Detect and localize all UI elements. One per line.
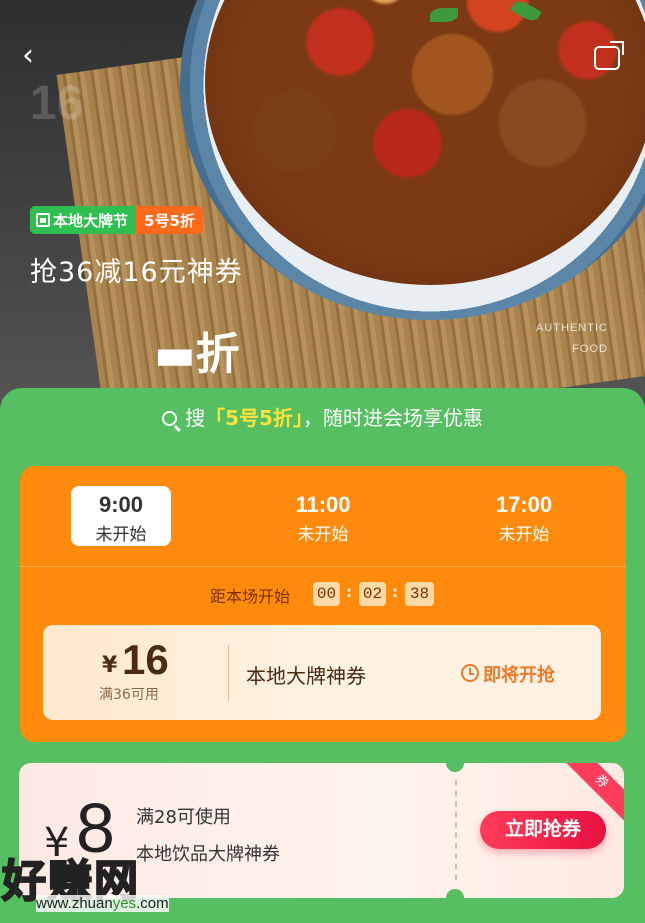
coupon-ribbon-label: 券 xyxy=(561,763,624,822)
hero-title: 抢36减16元神券 xyxy=(30,257,243,288)
coupon-divider xyxy=(228,645,229,701)
watermark-url-part: www.zhuan xyxy=(36,895,113,912)
coupon-status: 即将开抢 xyxy=(483,665,555,686)
session-time: 17:00 xyxy=(495,492,553,517)
discount-badge: 5号5折 xyxy=(136,206,203,234)
coupon-condition: 满28可使用 xyxy=(136,807,231,828)
festival-badge: 本地大牌节 5号5折 xyxy=(30,206,203,234)
countdown-label: 距本场开始 xyxy=(210,587,291,606)
hero-discount-text: ▬折 xyxy=(154,329,240,380)
coupon-name: 本地大牌神券 xyxy=(246,664,366,688)
countdown-hours: 00 xyxy=(313,582,340,606)
coupon-condition: 满36可用 xyxy=(99,687,159,703)
shop-icon xyxy=(36,213,50,227)
search-tip-keyword: 「5号5折」 xyxy=(205,406,303,430)
countdown-separator: : xyxy=(346,583,352,601)
hero-date-number: 16 xyxy=(30,77,84,130)
countdown-separator: : xyxy=(392,583,398,601)
caption-line: AUTHENTIC xyxy=(536,322,608,334)
countdown-seconds: 38 xyxy=(405,582,434,606)
coupon-amount: 16 xyxy=(122,636,169,683)
watermark-url-part: yes xyxy=(112,895,137,912)
coupon-dashed-divider xyxy=(455,780,457,880)
session-tab-1100[interactable]: 11:00 未开始 xyxy=(273,486,373,546)
countdown-minutes: 02 xyxy=(359,582,386,606)
coupon-ribbon: 券 xyxy=(560,763,624,827)
coupon-currency: ¥ xyxy=(102,653,118,678)
session-status: 未开始 xyxy=(498,525,550,545)
coupon-notch xyxy=(446,754,464,772)
authentic-food-caption: AUTHENTIC FOOD xyxy=(536,318,608,360)
herb-garnish xyxy=(430,8,458,22)
festival-badge-label: 本地大牌节 xyxy=(53,211,129,230)
watermark-url-part: .com xyxy=(136,895,169,912)
watermark-url: www.zhuanyes.com xyxy=(36,895,169,912)
session-tab-1700[interactable]: 17:00 未开始 xyxy=(474,486,574,546)
coupon-name: 本地饮品大牌神券 xyxy=(136,844,280,865)
search-tip-suffix: ，随时进会场享优惠 xyxy=(302,406,483,430)
back-button[interactable]: ‹ xyxy=(22,41,50,71)
card-divider xyxy=(20,566,626,567)
session-status: 未开始 xyxy=(95,525,147,545)
share-icon[interactable] xyxy=(594,46,620,70)
session-time: 11:00 xyxy=(295,492,351,517)
caption-line: FOOD xyxy=(572,343,608,355)
session-status: 未开始 xyxy=(297,525,349,545)
clock-icon xyxy=(461,664,479,682)
search-tip[interactable]: 搜「5号5折」，随时进会场享优惠 xyxy=(0,402,645,431)
back-arrow-icon: ‹ xyxy=(22,38,34,73)
search-icon xyxy=(162,411,178,426)
coupon-notch xyxy=(446,889,464,907)
session-tab-0900[interactable]: 9:00 未开始 xyxy=(71,486,171,546)
session-time: 9:00 xyxy=(98,492,144,517)
search-tip-prefix: 搜 xyxy=(185,406,206,430)
